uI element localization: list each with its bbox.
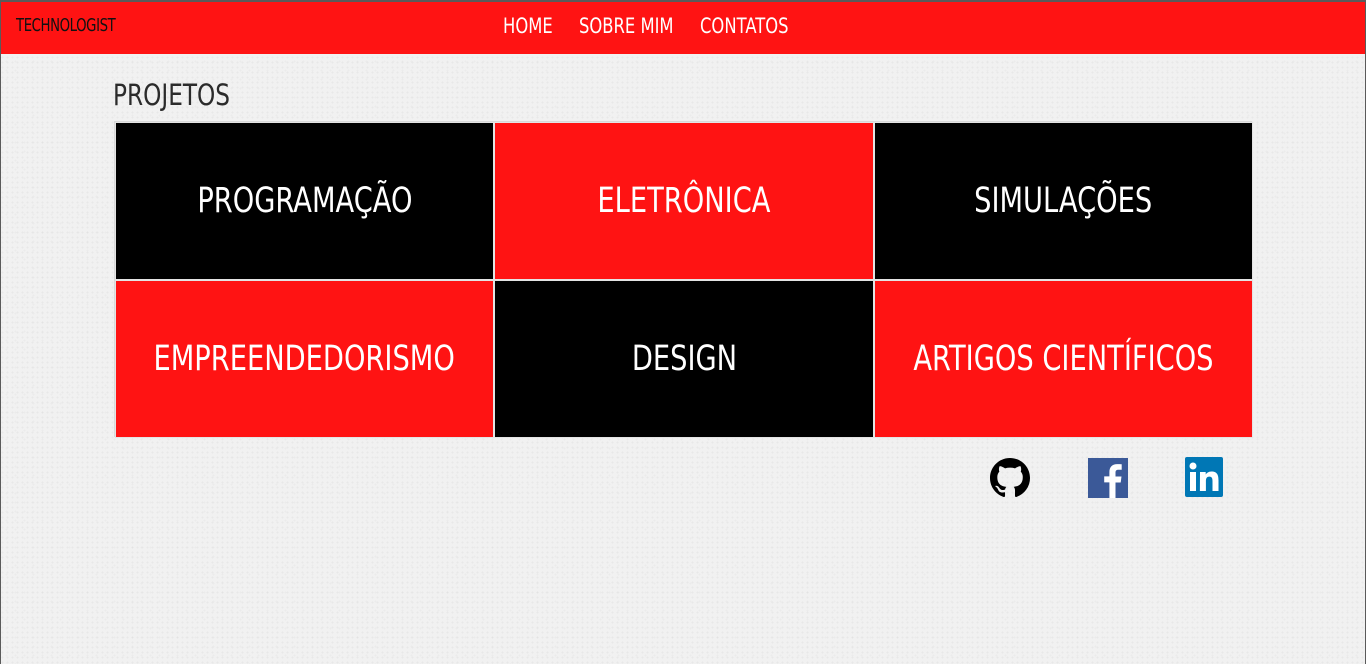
project-label: SIMULAÇÕES — [974, 181, 1153, 221]
nav-link-contatos[interactable]: CONTATOS — [700, 14, 789, 38]
navbar: TECHNOLOGIST HOME SOBRE MIM CONTATOS — [1, 2, 1365, 54]
project-label: EMPREENDEDORISMO — [153, 339, 456, 379]
project-label: DESIGN — [631, 339, 737, 379]
project-tile-design[interactable]: DESIGN — [494, 280, 874, 438]
linkedin-icon[interactable] — [1185, 457, 1225, 497]
section-title: PROJETOS — [113, 78, 231, 112]
project-label: PROGRAMAÇÃO — [196, 181, 413, 221]
projects-grid: PROGRAMAÇÃO ELETRÔNICA SIMULAÇÕES EMPREE… — [114, 121, 1253, 438]
project-tile-empreendedorismo[interactable]: EMPREENDEDORISMO — [115, 280, 494, 438]
nav-links: HOME SOBRE MIM CONTATOS — [503, 14, 800, 38]
brand-logo[interactable]: TECHNOLOGIST — [16, 15, 116, 36]
nav-link-sobre-mim[interactable]: SOBRE MIM — [579, 14, 674, 38]
facebook-icon[interactable] — [1088, 458, 1128, 498]
project-tile-artigos-cientificos[interactable]: ARTIGOS CIENTÍFICOS — [874, 280, 1253, 438]
project-label: ARTIGOS CIENTÍFICOS — [913, 339, 1214, 379]
project-label: ELETRÔNICA — [597, 181, 771, 221]
github-icon[interactable] — [990, 458, 1030, 498]
project-tile-eletronica[interactable]: ELETRÔNICA — [494, 122, 874, 280]
nav-link-home[interactable]: HOME — [503, 14, 562, 38]
project-tile-programacao[interactable]: PROGRAMAÇÃO — [115, 122, 494, 280]
project-tile-simulacoes[interactable]: SIMULAÇÕES — [874, 122, 1253, 280]
